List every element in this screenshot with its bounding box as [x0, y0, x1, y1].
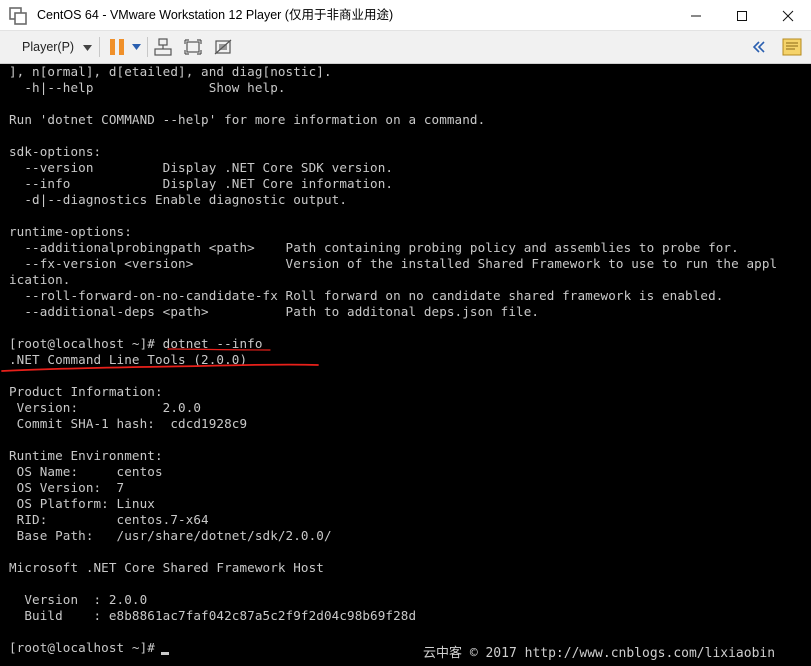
terminal-cursor — [161, 652, 169, 655]
terminal-line: .NET Command Line Tools (2.0.0) — [9, 352, 248, 367]
minimize-button[interactable] — [673, 0, 719, 31]
window-titlebar: CentOS 64 - VMware Workstation 12 Player… — [0, 0, 811, 31]
terminal-line: --version Display .NET Core SDK version. — [9, 160, 394, 175]
terminal-line: OS Version: 7 — [9, 480, 125, 495]
fit-window-icon — [184, 39, 202, 55]
player-menu-label: Player(P) — [22, 40, 75, 54]
terminal-line: Version : 2.0.0 — [9, 592, 148, 607]
terminal-line: OS Name: centos — [9, 464, 163, 479]
terminal-line: ication. — [9, 272, 71, 287]
player-toolbar: Player(P) — [0, 31, 811, 64]
terminal-line: RID: centos.7-x64 — [9, 512, 209, 527]
terminal-line: --additionalprobingpath <path> Path cont… — [9, 240, 739, 255]
terminal-line: sdk-options: — [9, 144, 102, 159]
fit-window-button[interactable] — [182, 37, 204, 57]
message-log-button[interactable] — [780, 37, 804, 57]
terminal-line: --roll-forward-on-no-candidate-fx Roll f… — [9, 288, 724, 303]
watermark: 云中客 © 2017 http://www.cnblogs.com/lixiao… — [423, 646, 776, 661]
terminal-line: --fx-version <version> Version of the in… — [9, 256, 778, 271]
terminal-line: Commit SHA-1 hash: cdcd1928c9 — [9, 416, 248, 431]
toolbar-separator — [147, 37, 148, 57]
collapse-toolbar-button[interactable] — [750, 37, 768, 57]
toolbar-separator — [99, 37, 100, 57]
close-icon — [782, 10, 794, 21]
terminal-line: --info Display .NET Core information. — [9, 176, 394, 191]
unity-button[interactable] — [212, 37, 234, 57]
message-icon — [782, 38, 802, 56]
vm-console[interactable]: ], n[ormal], d[etailed], and diag[nostic… — [0, 64, 811, 666]
terminal-line: Build : e8b8861ac7faf042c87a5c2f9f2d04c9… — [9, 608, 417, 623]
terminal-line: [root@localhost ~]# — [9, 640, 163, 655]
terminal-line: ], n[ormal], d[etailed], and diag[nostic… — [9, 64, 332, 79]
terminal-line: Product Information: — [9, 384, 163, 399]
pause-icon — [110, 39, 124, 55]
terminal-line: Version: 2.0.0 — [9, 400, 202, 415]
chevron-down-icon — [82, 44, 92, 51]
unity-icon — [214, 39, 232, 55]
terminal-line: Base Path: /usr/share/dotnet/sdk/2.0.0/ — [9, 528, 332, 543]
minimize-icon — [691, 15, 701, 16]
player-menu[interactable]: Player(P) — [22, 31, 92, 63]
pause-button[interactable] — [106, 37, 128, 57]
send-ctrl-alt-del-icon — [154, 38, 172, 56]
close-button[interactable] — [765, 0, 811, 31]
terminal-line: [root@localhost ~]# dotnet --info — [9, 336, 263, 351]
terminal-line: -d|--diagnostics Enable diagnostic outpu… — [9, 192, 348, 207]
terminal-line: Microsoft .NET Core Shared Framework Hos… — [9, 560, 324, 575]
maximize-button[interactable] — [719, 0, 765, 31]
maximize-icon — [737, 10, 747, 21]
power-dropdown-button[interactable] — [129, 37, 143, 57]
collapse-icon — [753, 41, 765, 53]
terminal-line: -h|--help Show help. — [9, 80, 286, 95]
window-title: CentOS 64 - VMware Workstation 12 Player… — [37, 8, 394, 22]
terminal-line: Runtime Environment: — [9, 448, 163, 463]
terminal-line: OS Platform: Linux — [9, 496, 155, 511]
terminal-line: runtime-options: — [9, 224, 132, 239]
terminal-line: --additional-deps <path> Path to additon… — [9, 304, 540, 319]
dropdown-arrow-icon — [131, 44, 141, 50]
terminal-line: Run 'dotnet COMMAND --help' for more inf… — [9, 112, 486, 127]
vmware-app-icon — [9, 7, 27, 25]
send-ctrl-alt-del-button[interactable] — [152, 37, 174, 57]
